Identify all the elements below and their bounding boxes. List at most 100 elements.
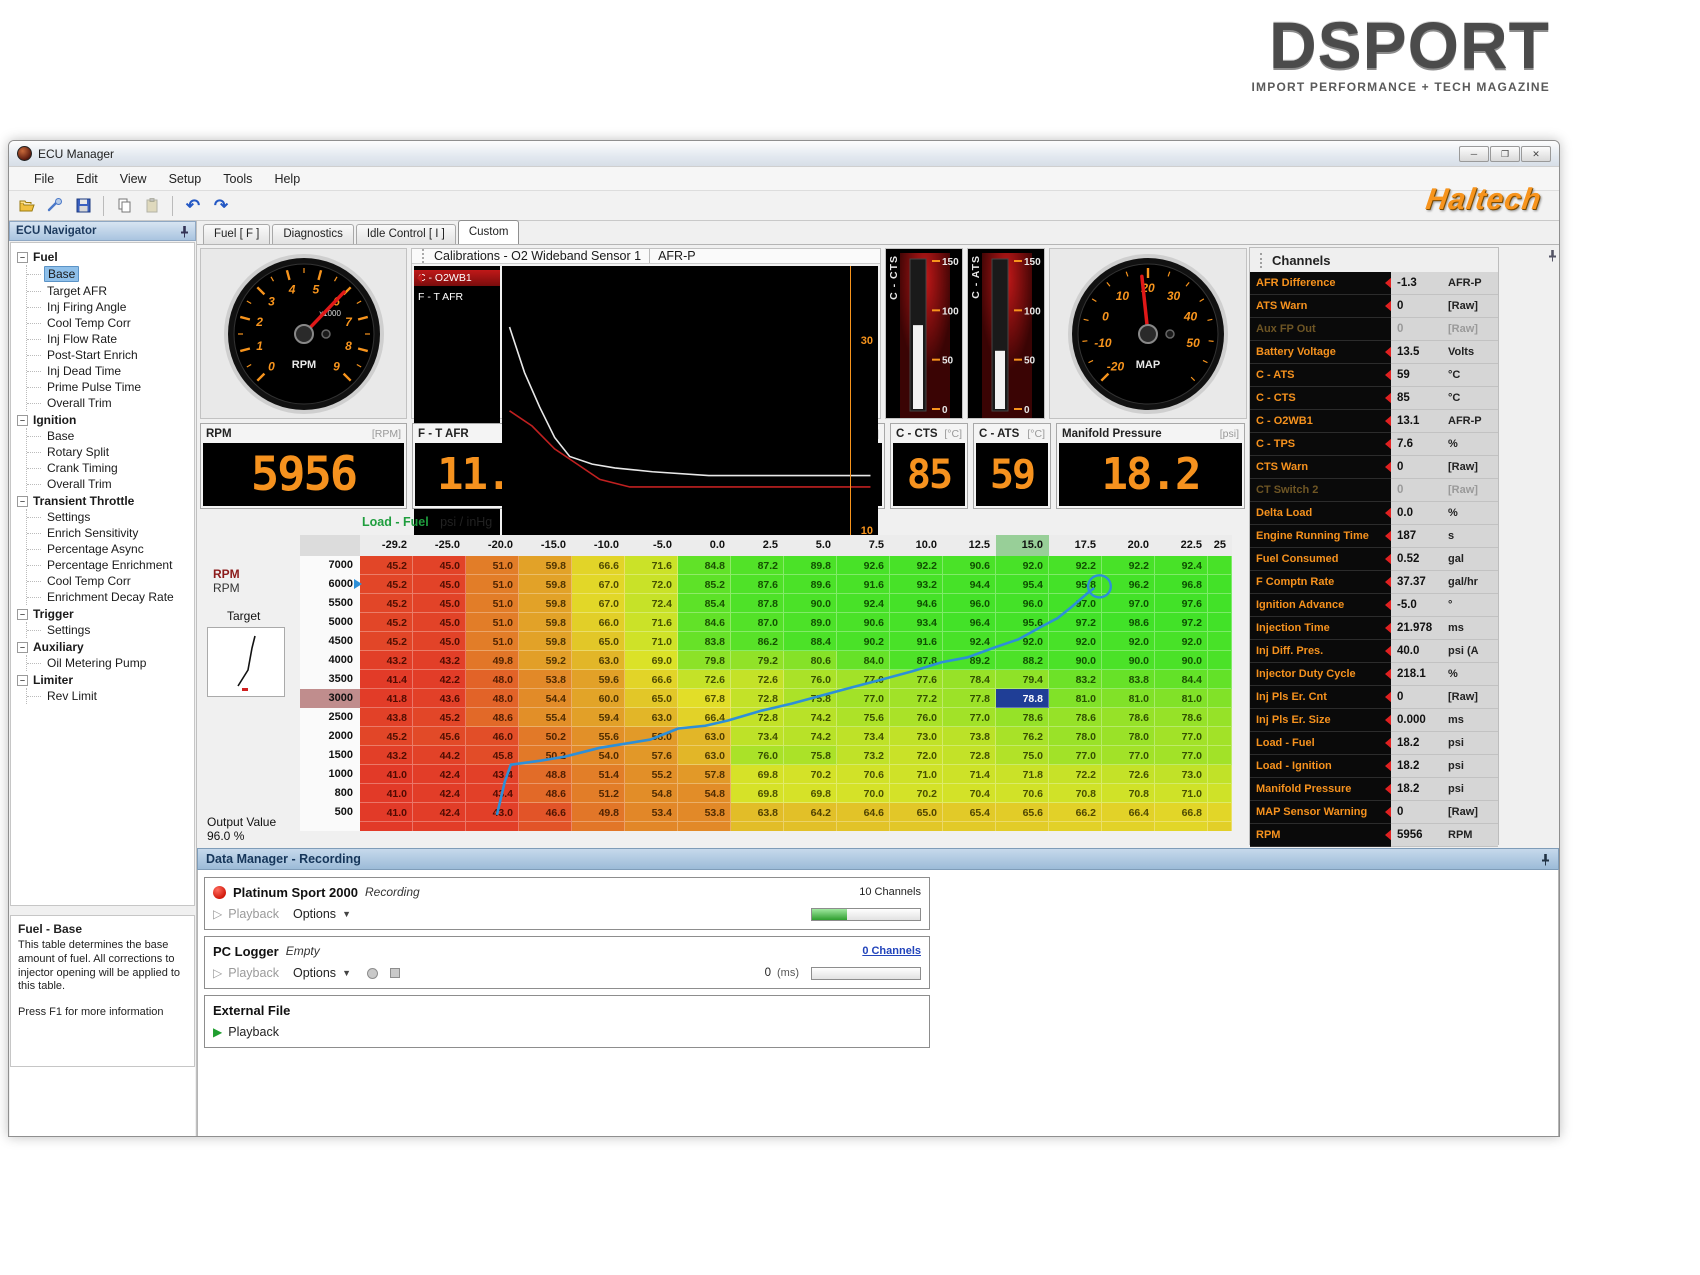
fuel-cell[interactable]: 90.6 [837,613,890,632]
fuel-cell[interactable]: 59.8 [519,613,572,632]
fuel-cell[interactable]: 98.6 [1102,613,1155,632]
fuel-cell[interactable]: 78.8 [996,689,1049,708]
row-header-7000[interactable]: 7000 [300,556,360,575]
fuel-cell[interactable]: 77.0 [1155,727,1208,746]
options-dropdown[interactable]: Options [293,966,336,980]
fuel-cell[interactable]: 59.2 [519,651,572,670]
fuel-cell[interactable]: 96.8 [1155,575,1208,594]
channel-row-c-cts[interactable]: C - CTS [1250,387,1391,410]
col-header--29.2[interactable]: -29.2 [360,535,413,556]
o2-calibration-titlebar[interactable]: Calibrations - O2 Wideband Sensor 1 AFR-… [412,249,880,264]
fuel-cell[interactable]: 80.6 [784,651,837,670]
fuel-cell[interactable]: 45.2 [360,632,413,651]
fuel-cell[interactable]: 43.4 [466,765,519,784]
fuel-cell[interactable]: 96.0 [996,594,1049,613]
fuel-cell[interactable]: 92.0 [1102,632,1155,651]
fuel-cell[interactable]: 57.6 [625,746,678,765]
playback-button[interactable]: Playback [228,966,279,980]
tree-item-enrichment-decay-rate[interactable]: Enrichment Decay Rate [27,589,194,605]
record-button[interactable] [367,968,378,979]
fuel-cell[interactable]: 51.0 [466,613,519,632]
fuel-cell[interactable]: 81.0 [1049,689,1102,708]
row-header-4500[interactable]: 4500 [300,632,360,651]
fuel-cell[interactable]: 42.4 [413,803,466,822]
fuel-cell[interactable]: 51.0 [466,594,519,613]
fuel-cell[interactable]: 89.8 [784,556,837,575]
fuel-cell[interactable]: 72.8 [731,708,784,727]
fuel-cell[interactable]: 76.0 [784,670,837,689]
channel-row-c-ats[interactable]: C - ATS [1250,364,1391,387]
fuel-cell[interactable]: 43.0 [466,803,519,822]
fuel-cell[interactable]: 49.8 [572,803,625,822]
playback-button[interactable]: Playback [228,1025,279,1039]
fuel-cell[interactable]: 59.8 [519,594,572,613]
fuel-cell[interactable]: 96.0 [943,594,996,613]
fuel-cell[interactable]: 43.4 [466,784,519,803]
fuel-cell[interactable]: 77.0 [837,670,890,689]
tree-parent-ignition[interactable]: –Ignition [17,412,194,428]
col-header--25.0[interactable]: -25.0 [413,535,466,556]
fuel-cell[interactable]: 72.0 [890,746,943,765]
fuel-cell[interactable]: 51.4 [572,765,625,784]
channel-row-rpm[interactable]: RPM [1250,824,1391,847]
tree-item-base[interactable]: Base [27,428,194,444]
channels-link[interactable]: 0 Channels [862,945,921,957]
fuel-cell[interactable]: 54.0 [572,746,625,765]
fuel-cell[interactable]: 92.4 [837,594,890,613]
collapse-icon[interactable]: – [17,675,28,686]
fuel-cell[interactable]: 63.0 [572,651,625,670]
fuel-cell[interactable]: 92.0 [996,556,1049,575]
channel-row-manifold-pressure[interactable]: Manifold Pressure [1250,778,1391,801]
fuel-cell[interactable]: 45.0 [413,594,466,613]
collapse-icon[interactable]: – [17,642,28,653]
fuel-cell[interactable]: 53.4 [625,803,678,822]
col-header-25[interactable]: 25 [1208,535,1232,556]
fuel-cell[interactable]: 45.2 [360,613,413,632]
tab-fuelf[interactable]: Fuel [ F ] [203,224,270,244]
fuel-cell[interactable]: 70.8 [1102,784,1155,803]
col-header-17.5[interactable]: 17.5 [1049,535,1102,556]
row-header-1500[interactable]: 1500 [300,746,360,765]
connect-ecu-button[interactable] [43,194,67,218]
channel-row-c-o2wb1[interactable]: C - O2WB1 [1250,410,1391,433]
tree-item-overall-trim[interactable]: Overall Trim [27,476,194,492]
fuel-cell[interactable]: 92.4 [1155,556,1208,575]
fuel-cell[interactable]: 70.6 [837,765,890,784]
fuel-cell[interactable]: 45.2 [360,556,413,575]
col-header-20.0[interactable]: 20.0 [1102,535,1155,556]
fuel-cell[interactable]: 59.8 [519,575,572,594]
tree-item-rev-limit[interactable]: Rev Limit [27,688,194,704]
fuel-cell[interactable]: 66.2 [1049,803,1102,822]
fuel-cell[interactable]: 66.4 [678,708,731,727]
fuel-cell[interactable] [1208,594,1232,613]
fuel-cell[interactable]: 69.0 [625,651,678,670]
fuel-cell[interactable]: 92.0 [1155,632,1208,651]
col-header-12.5[interactable]: 12.5 [943,535,996,556]
fuel-cell[interactable]: 66.8 [1155,803,1208,822]
channel-row-injection-time[interactable]: Injection Time [1250,617,1391,640]
close-button[interactable]: ✕ [1521,146,1551,162]
fuel-cell[interactable]: 96.4 [943,613,996,632]
pin-icon[interactable] [180,225,189,238]
drag-handle-icon[interactable] [1260,253,1264,268]
menu-setup[interactable]: Setup [158,169,213,189]
row-header-3000[interactable]: 3000 [300,689,360,708]
tree-item-prime-pulse-time[interactable]: Prime Pulse Time [27,379,194,395]
fuel-cell[interactable]: 67.0 [572,575,625,594]
fuel-cell[interactable]: 71.0 [625,632,678,651]
fuel-cell[interactable]: 44.2 [413,746,466,765]
fuel-cell[interactable]: 51.0 [466,632,519,651]
fuel-cell[interactable]: 66.4 [1102,803,1155,822]
fuel-cell[interactable]: 87.8 [890,651,943,670]
fuel-cell[interactable]: 75.8 [784,689,837,708]
fuel-cell[interactable]: 63.0 [625,708,678,727]
fuel-cell[interactable]: 55.6 [572,727,625,746]
fuel-cell[interactable]: 74.2 [784,708,837,727]
fuel-cell[interactable]: 86.2 [731,632,784,651]
menu-tools[interactable]: Tools [212,169,263,189]
tree-item-base[interactable]: Base [27,265,194,283]
fuel-cell[interactable]: 84.4 [1155,670,1208,689]
fuel-cell[interactable]: 83.8 [1102,670,1155,689]
col-header--15.0[interactable]: -15.0 [519,535,572,556]
fuel-cell[interactable]: 72.2 [1049,765,1102,784]
